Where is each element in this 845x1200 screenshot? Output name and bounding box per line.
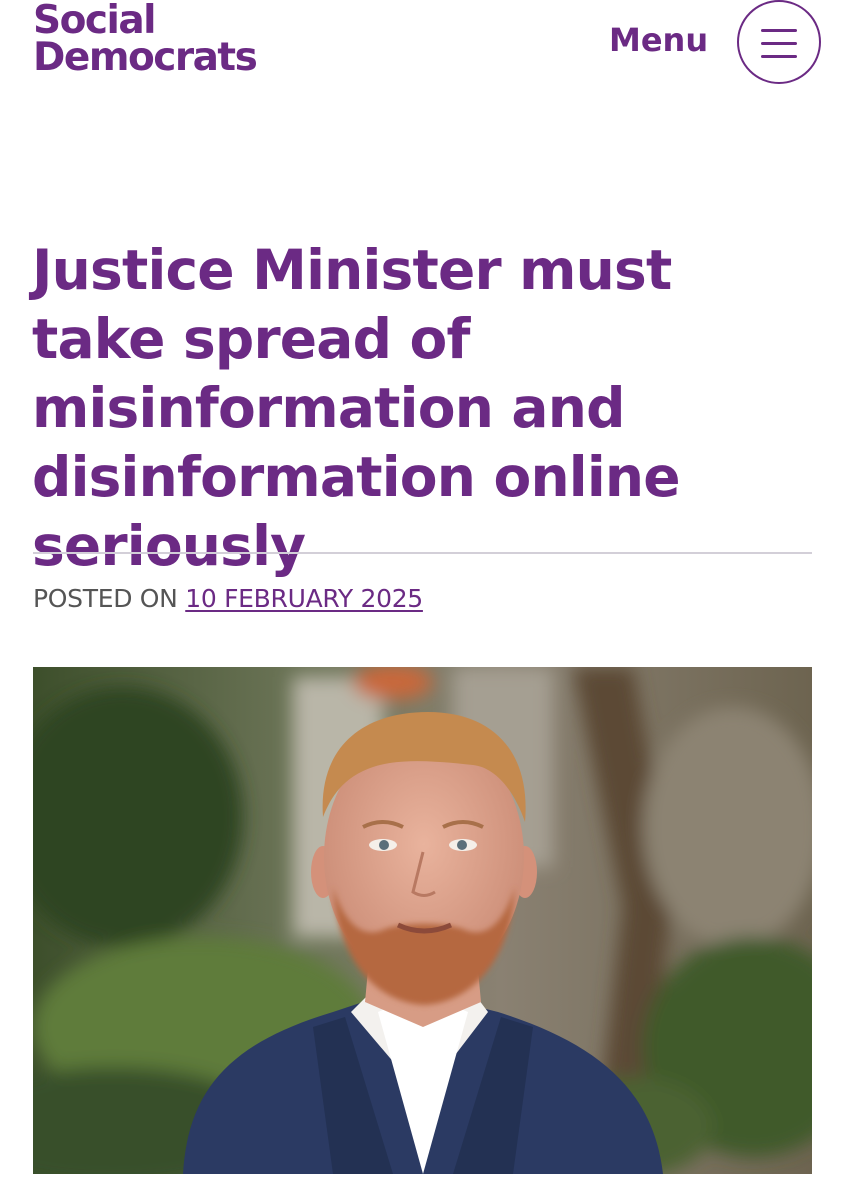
menu-label[interactable]: Menu [609,20,708,60]
featured-image [33,667,812,1174]
menu-button[interactable] [737,0,821,84]
posted-on-label: POSTED ON [33,584,178,613]
title-divider [33,552,812,554]
post-meta: POSTED ON 10 FEBRUARY 2025 [33,582,423,616]
logo-line-social: Social [33,0,157,43]
post-date-link[interactable]: 10 FEBRUARY 2025 [185,584,423,613]
logo-line-democrats: Democrats [33,35,258,80]
article-title: Justice Minister must take spread of mis… [32,238,681,578]
site-logo[interactable]: Social Democrats [33,0,258,80]
